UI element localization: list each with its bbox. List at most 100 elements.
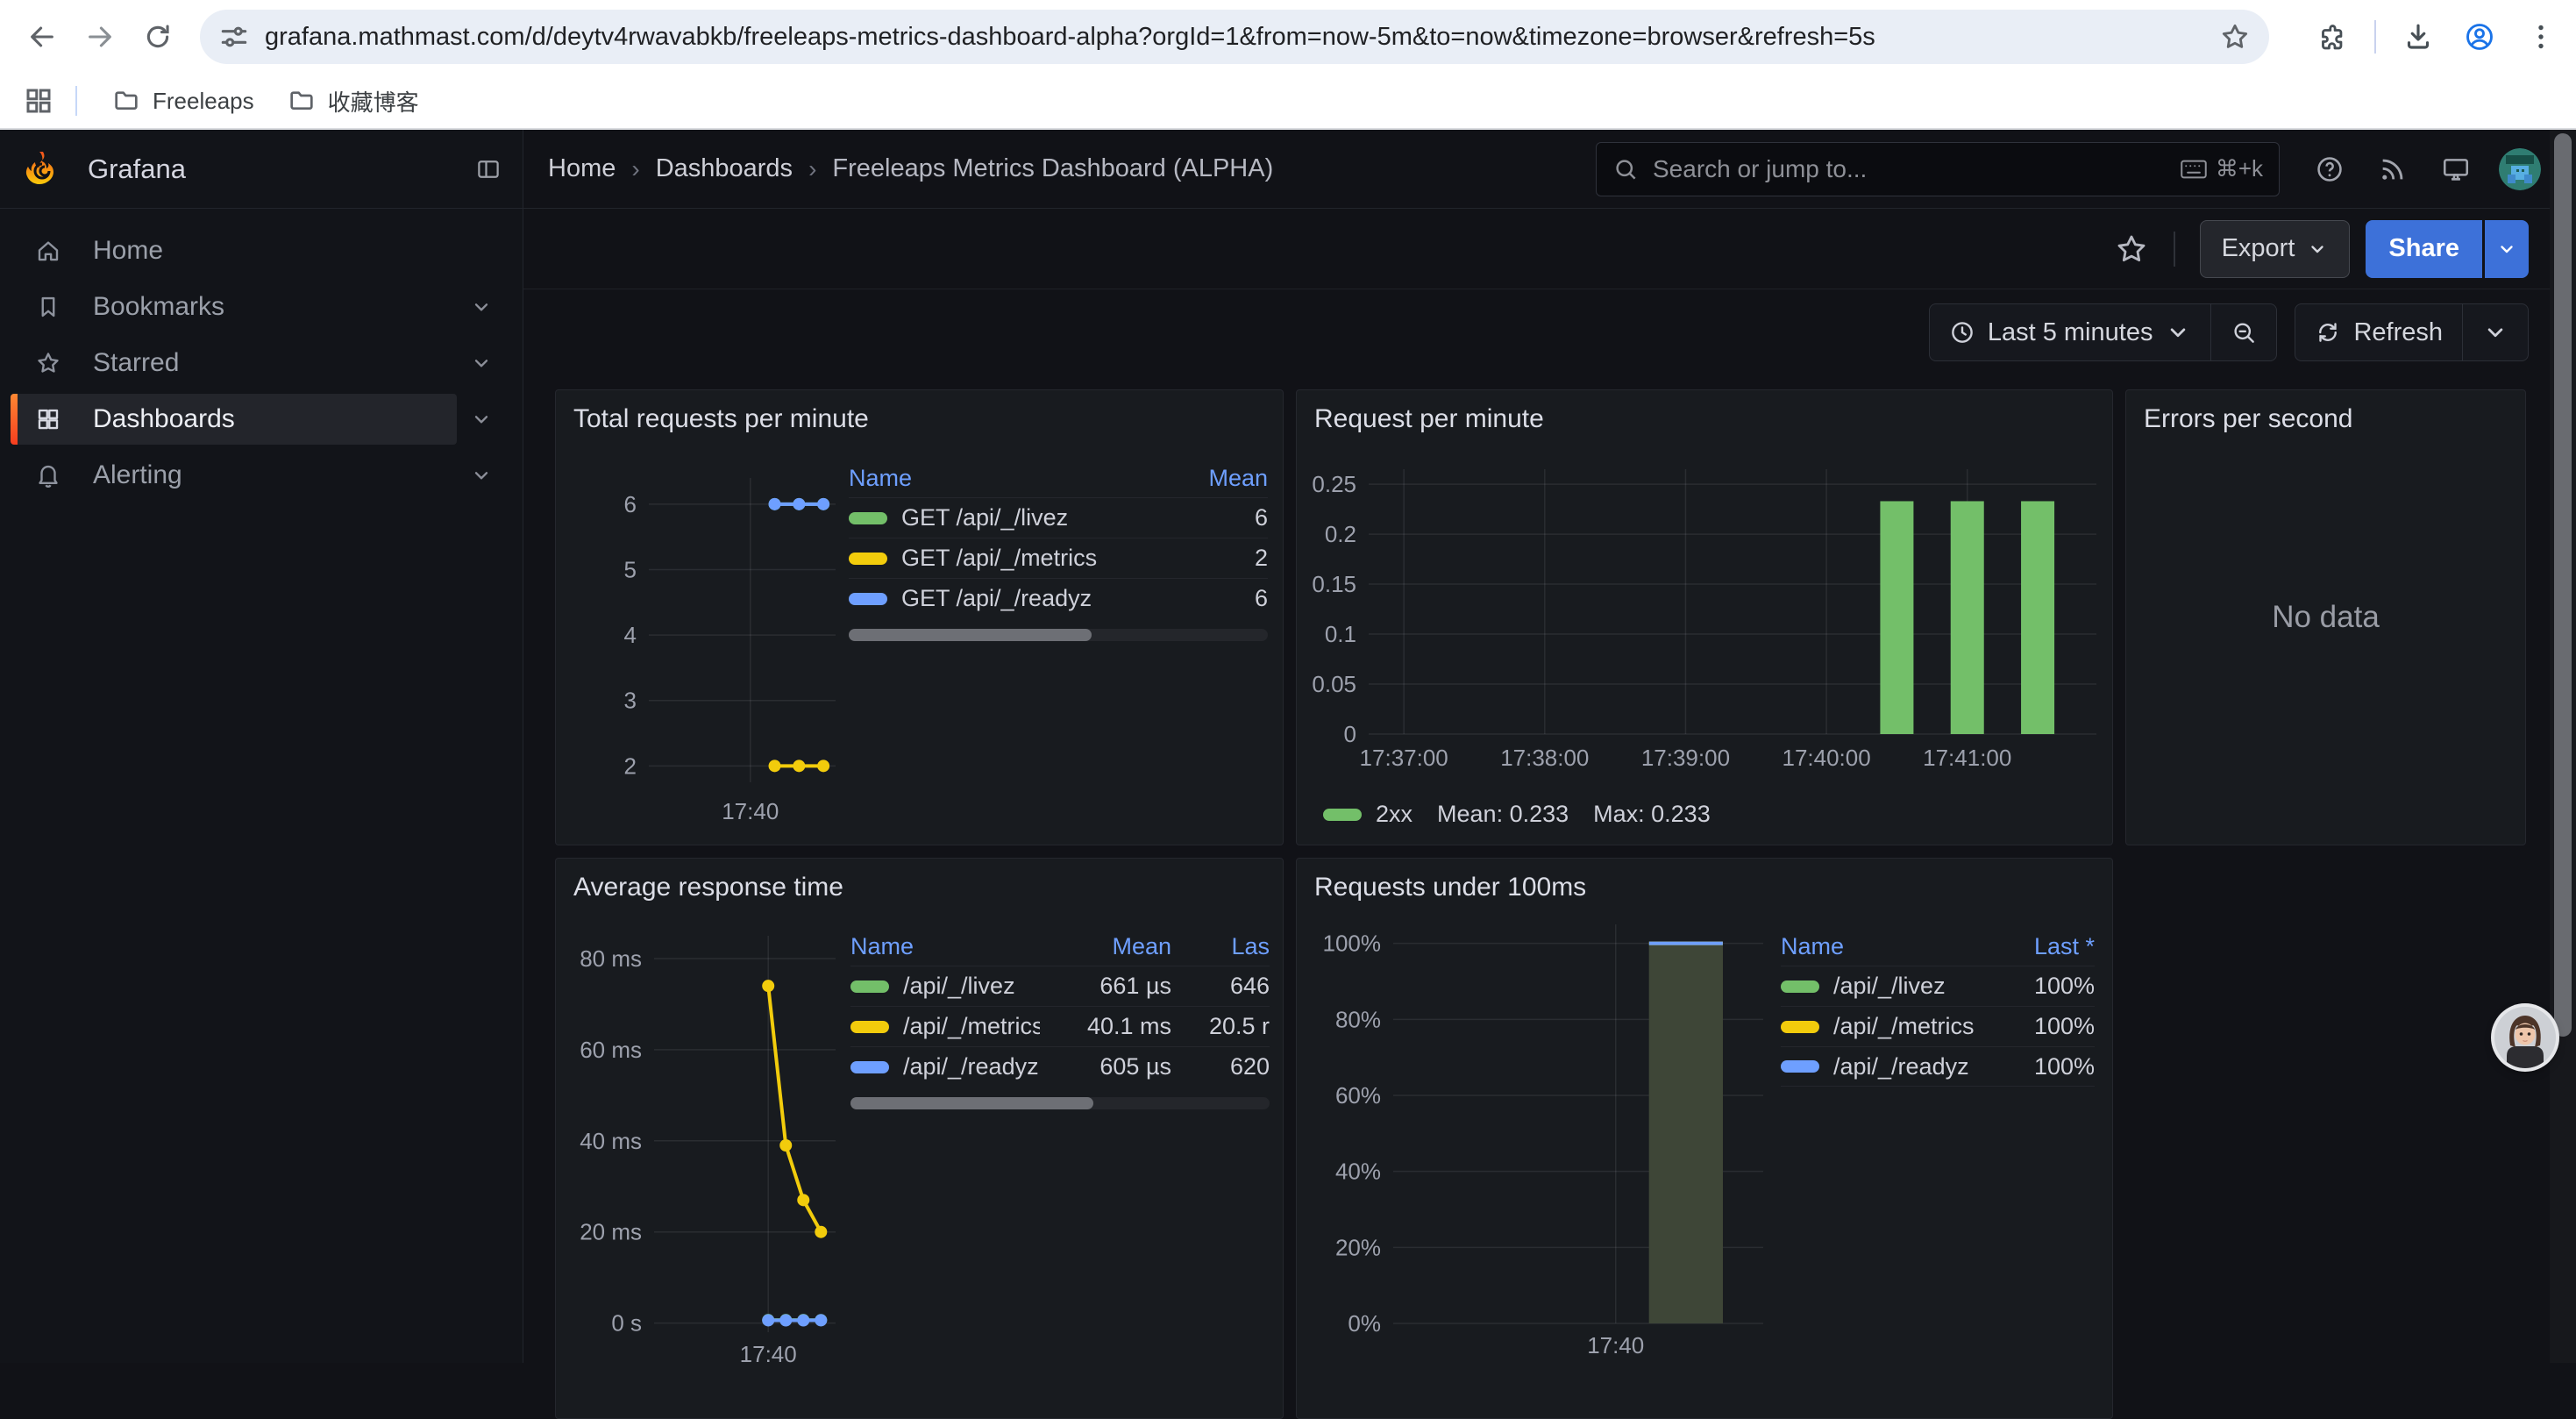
grafana-app: Grafana HomeBookmarksStarredDashboardsAl… xyxy=(0,130,2576,1363)
series-name[interactable]: /api/_/metrics xyxy=(1833,1013,1975,1040)
time-controls: Last 5 minutes Refresh xyxy=(1929,303,2529,361)
panel-title[interactable]: Errors per second xyxy=(2144,404,2352,434)
series-name[interactable]: GET /api/_/livez xyxy=(901,504,1068,531)
chevron-down-icon[interactable] xyxy=(470,408,493,431)
sidebar-item-dashboards[interactable]: Dashboards xyxy=(0,391,523,447)
series-name[interactable]: /api/_/readyz xyxy=(1833,1053,1969,1080)
rss-icon[interactable] xyxy=(2373,149,2413,189)
sidebar-item-bookmarks[interactable]: Bookmarks xyxy=(0,279,523,335)
bookmark-folder-freeleaps[interactable]: Freeleaps xyxy=(100,80,267,122)
series-name[interactable]: GET /api/_/readyz xyxy=(901,585,1092,612)
series-color-pill xyxy=(1781,1060,1819,1073)
series-stat: Max: 0.233 xyxy=(1593,801,1711,828)
chevron-down-icon[interactable] xyxy=(470,296,493,318)
share-dropdown-button[interactable] xyxy=(2485,220,2529,278)
menu-kebab-icon[interactable] xyxy=(2522,18,2560,56)
search-box[interactable]: ⌘+k xyxy=(1596,142,2280,196)
bookmark-star-icon[interactable] xyxy=(2218,20,2252,53)
legend-column-name[interactable]: Name xyxy=(849,465,1171,492)
breadcrumb-separator: › xyxy=(808,155,816,183)
svg-text:17:39:00: 17:39:00 xyxy=(1641,745,1730,771)
breadcrumb-dashboards[interactable]: Dashboards xyxy=(656,154,793,183)
series-name[interactable]: 2xx xyxy=(1376,801,1413,828)
svg-text:17:40: 17:40 xyxy=(722,798,779,824)
panel-total-requests-per-minute: Total requests per minute 2345617:40 Nam… xyxy=(555,389,1284,845)
zoom-out-button[interactable] xyxy=(2210,304,2276,360)
monitor-icon[interactable] xyxy=(2436,149,2476,189)
svg-text:20%: 20% xyxy=(1335,1234,1381,1260)
svg-text:0.2: 0.2 xyxy=(1325,521,1356,547)
series-color-pill xyxy=(1781,1021,1819,1033)
bookmark-icon xyxy=(35,294,61,320)
user-avatar[interactable] xyxy=(2499,148,2541,190)
series-name[interactable]: /api/_/livez xyxy=(903,973,1015,1000)
scrollbar-thumb[interactable] xyxy=(850,1097,1093,1109)
legend-column-mean[interactable]: Mean xyxy=(1171,465,1268,492)
svg-text:0.1: 0.1 xyxy=(1325,621,1356,647)
sidebar-item-label: Alerting xyxy=(93,460,470,490)
series-value: 6 xyxy=(1171,504,1268,531)
refresh-button[interactable]: Refresh xyxy=(2295,304,2462,360)
bookmark-folder-label: 收藏博客 xyxy=(328,85,419,118)
floating-assistant-avatar[interactable] xyxy=(2494,1007,2556,1068)
folder-icon xyxy=(288,87,316,115)
legend-column-las[interactable]: Las xyxy=(1171,933,1270,960)
keyboard-icon xyxy=(2181,156,2207,182)
series-name[interactable]: /api/_/metrics xyxy=(903,1013,1040,1040)
legend-horizontal-scrollbar[interactable] xyxy=(850,1097,1270,1109)
scrollbar-thumb[interactable] xyxy=(849,629,1092,641)
series-name[interactable]: /api/_/readyz xyxy=(903,1053,1039,1080)
legend-horizontal-scrollbar[interactable] xyxy=(849,629,1268,641)
bookmark-folder-blogs[interactable]: 收藏博客 xyxy=(275,80,431,122)
share-button[interactable]: Share xyxy=(2366,220,2482,278)
panel-average-response-time: Average response time 0 s20 ms40 ms60 ms… xyxy=(555,858,1284,1419)
favorite-star-icon[interactable] xyxy=(2114,232,2149,267)
legend-column-name[interactable]: Name xyxy=(850,933,1040,960)
sidebar-nav: HomeBookmarksStarredDashboards Alerting xyxy=(0,209,523,503)
series-value: 100% xyxy=(1981,973,2095,1000)
collapse-sidebar-icon[interactable] xyxy=(475,156,502,182)
site-settings-icon[interactable] xyxy=(217,20,251,53)
reload-icon[interactable] xyxy=(139,18,177,56)
scrollbar-thumb[interactable] xyxy=(2554,133,2572,1037)
extensions-icon[interactable] xyxy=(2313,18,2352,56)
legend-inline: 2xxMean: 0.233Max: 0.233 xyxy=(1323,801,1711,828)
bookmarks-bar: Freeleaps 收藏博客 xyxy=(0,74,2576,130)
legend-table: NameLast * /api/_/livez 100%/api/_/metrics… xyxy=(1781,927,2095,1087)
chevron-down-icon[interactable] xyxy=(470,464,493,487)
export-button[interactable]: Export xyxy=(2200,220,2351,278)
series-name[interactable]: /api/_/livez xyxy=(1833,973,1946,1000)
legend-column-last[interactable]: Last * xyxy=(1981,933,2095,960)
breadcrumb-home[interactable]: Home xyxy=(548,154,616,183)
panel-request-per-minute: Request per minute 00.050.10.150.20.2517… xyxy=(1296,389,2113,845)
series-color-pill xyxy=(850,980,889,993)
back-icon[interactable] xyxy=(23,18,61,56)
sidebar-item-alerting[interactable]: Alerting xyxy=(0,447,523,503)
legend-column-mean[interactable]: Mean xyxy=(1040,933,1171,960)
grafana-logo[interactable] xyxy=(23,150,61,189)
legend-column-name[interactable]: Name xyxy=(1781,933,1981,960)
forward-icon[interactable] xyxy=(81,18,119,56)
refresh-interval-dropdown[interactable] xyxy=(2462,304,2528,360)
sidebar-item-home[interactable]: Home xyxy=(0,223,523,279)
top-header: Home › Dashboards › Freeleaps Metrics Da… xyxy=(523,130,2576,209)
apps-grid-icon[interactable] xyxy=(23,85,54,117)
profile-icon[interactable] xyxy=(2460,18,2499,56)
url-bar[interactable]: grafana.mathmast.com/d/deytv4rwavabkb/fr… xyxy=(200,10,2269,64)
series-color-pill xyxy=(849,512,887,524)
brand-name[interactable]: Grafana xyxy=(88,153,475,185)
series-name[interactable]: GET /api/_/metrics xyxy=(901,545,1097,572)
sidebar-item-starred[interactable]: Starred xyxy=(0,335,523,391)
time-range-picker[interactable]: Last 5 minutes xyxy=(1930,304,2211,360)
chevron-down-icon[interactable] xyxy=(470,352,493,374)
svg-text:0%: 0% xyxy=(1348,1310,1381,1337)
clock-icon xyxy=(1949,319,1975,346)
search-icon xyxy=(1612,156,1639,182)
search-input[interactable] xyxy=(1651,154,2168,184)
page-scrollbar[interactable] xyxy=(2550,130,2576,1363)
downloads-icon[interactable] xyxy=(2399,18,2437,56)
series-value: 100% xyxy=(1981,1013,2095,1040)
legend-table: NameMeanLas/api/_/livez661 µs646/api/_/m… xyxy=(850,927,1270,1109)
series-color-pill xyxy=(850,1061,889,1073)
help-icon[interactable] xyxy=(2309,149,2350,189)
